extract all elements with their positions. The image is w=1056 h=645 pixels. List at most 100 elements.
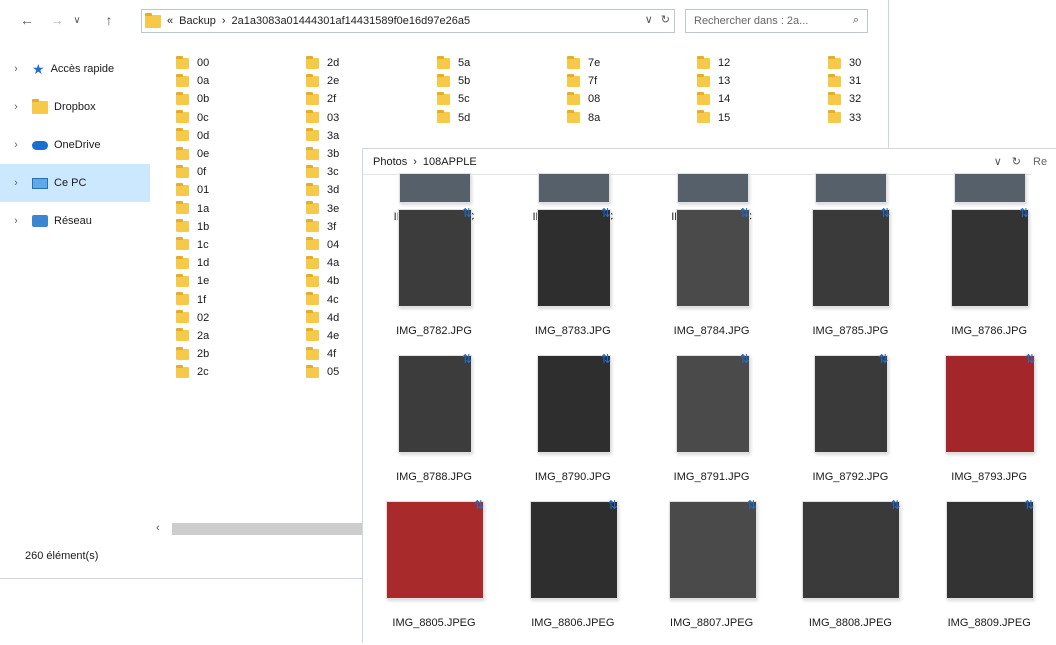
folder-item[interactable]: 2d [306,54,339,72]
refresh-icon[interactable]: ↻ [1012,155,1021,168]
breadcrumb-photos[interactable]: Photos [373,156,407,168]
folder-item[interactable]: 3a [306,127,339,145]
file-item[interactable]: ⇅ IMG_8792.JPG [779,352,918,499]
file-item[interactable]: ⇅ IMG_8807.JPEG [641,498,780,645]
folder-item[interactable]: 4f [306,345,339,363]
folder-item[interactable]: 01 [176,181,209,199]
file-item[interactable]: ⇅ IMG_8786.JPG [918,206,1056,353]
breadcrumb-separator-icon[interactable]: › [413,156,417,168]
folder-item[interactable]: 1a [176,200,209,218]
photo-thumbnail[interactable] [954,173,1027,203]
address-bar[interactable]: Photos › 108APPLE ∨ ↻ [363,149,1031,175]
folder-item[interactable]: 00 [176,54,209,72]
back-arrow-icon[interactable]: ← [16,9,38,31]
photo-thumbnail[interactable] [815,173,888,203]
expand-chevron-icon[interactable]: › [0,177,32,189]
folder-item[interactable]: 2c [176,363,209,381]
folder-item[interactable]: 13 [697,72,730,90]
folder-item[interactable]: 4e [306,327,339,345]
folder-item[interactable]: 0c [176,109,209,127]
breadcrumb-backup[interactable]: Backup [179,15,216,27]
sidebar-item-reseau[interactable]: › Réseau [0,202,150,240]
folder-item[interactable]: 4a [306,254,339,272]
search-icon[interactable]: ⌕ [853,14,859,27]
up-arrow-icon[interactable]: ↑ [98,9,120,31]
expand-chevron-icon[interactable]: › [0,63,32,75]
sidebar-item-onedrive[interactable]: › OneDrive [0,126,150,164]
photo-thumbnail[interactable]: ⇅ [536,206,611,307]
photo-thumbnail[interactable]: ⇅ [675,206,750,307]
file-item[interactable]: ⇅ IMG_8793.JPG [918,352,1056,499]
file-item[interactable]: IMG_8761.HEIC [641,173,780,223]
folder-item[interactable]: 3e [306,200,339,218]
folder-item[interactable]: 2e [306,72,339,90]
file-item[interactable]: ⇅ IMG_8784.JPG [641,206,780,353]
file-item[interactable]: ⇅ IMG_8782.JPG [363,206,502,353]
photo-thumbnail[interactable] [676,173,749,203]
photo-thumbnail[interactable]: ⇅ [951,206,1029,307]
scrollbar-thumb[interactable] [172,523,368,535]
folder-item[interactable]: 7f [567,72,600,90]
folder-item[interactable]: 0a [176,72,209,90]
folder-item[interactable]: 30 [828,54,861,72]
folder-item[interactable]: 2f [306,90,339,108]
folder-item[interactable]: 02 [176,309,209,327]
folder-item[interactable]: 32 [828,90,861,108]
folder-item[interactable]: 0b [176,90,209,108]
folder-item[interactable]: 15 [697,109,730,127]
folder-item[interactable]: 5a [437,54,470,72]
photo-thumbnail[interactable]: ⇅ [814,352,888,453]
folder-item[interactable]: 1b [176,218,209,236]
folder-item[interactable]: 5d [437,109,470,127]
folder-item[interactable]: 0e [176,145,209,163]
folder-item[interactable]: 12 [697,54,730,72]
forward-arrow-icon[interactable]: → [46,9,68,31]
folder-item[interactable]: 14 [697,90,730,108]
file-item[interactable]: ⇅ IMG_8790.JPG [502,352,641,499]
file-item[interactable]: IMG_8760.HEIC [502,173,641,223]
photo-thumbnail[interactable] [399,173,471,203]
file-item[interactable]: ⇅ IMG_8808.JPEG [779,498,918,645]
photo-thumbnail[interactable]: ⇅ [536,352,611,453]
file-item[interactable]: IMG_8759.HEIC [363,173,502,223]
breadcrumb-hash-folder[interactable]: 2a1a3083a01444301af14431589f0e16d97e26a5 [232,15,471,27]
folder-item[interactable]: 1f [176,290,209,308]
folder-item[interactable]: 5c [437,90,470,108]
photo-thumbnail[interactable]: ⇅ [946,498,1034,599]
folder-item[interactable]: 05 [306,363,339,381]
search-input[interactable]: Re [1033,149,1056,175]
folder-item[interactable]: 1d [176,254,209,272]
photo-thumbnail[interactable]: ⇅ [812,206,890,307]
expand-chevron-icon[interactable]: › [0,139,32,151]
folder-item[interactable]: 03 [306,109,339,127]
folder-item[interactable]: 1c [176,236,209,254]
breadcrumb-separator-icon[interactable]: › [222,15,226,27]
folder-item[interactable]: 33 [828,109,861,127]
folder-item[interactable]: 04 [306,236,339,254]
expand-chevron-icon[interactable]: › [0,101,32,113]
photo-thumbnail[interactable]: ⇅ [529,498,618,599]
folder-item[interactable]: 1e [176,272,209,290]
breadcrumb-108apple[interactable]: 108APPLE [423,156,477,168]
photo-thumbnail[interactable]: ⇅ [386,498,484,599]
folder-item[interactable]: 0f [176,163,209,181]
photo-thumbnail[interactable]: ⇅ [398,352,472,453]
folder-item[interactable]: 4b [306,272,339,290]
expand-chevron-icon[interactable]: › [0,215,32,227]
sidebar-item-ce-pc[interactable]: › Ce PC [0,164,150,202]
folder-item[interactable]: 3d [306,181,339,199]
folder-item[interactable]: 8a [567,109,600,127]
sidebar-item-dropbox[interactable]: › Dropbox [0,88,150,126]
folder-item[interactable]: 3b [306,145,339,163]
folder-item[interactable]: 4d [306,309,339,327]
photo-thumbnail[interactable]: ⇅ [802,498,900,599]
folder-item[interactable]: 3c [306,163,339,181]
folder-item[interactable]: 2b [176,345,209,363]
folder-item[interactable]: 0d [176,127,209,145]
folder-item[interactable]: 3f [306,218,339,236]
search-input[interactable]: Rechercher dans : 2a... ⌕ [685,9,868,33]
address-bar[interactable]: « Backup › 2a1a3083a01444301af14431589f0… [141,9,675,33]
file-item[interactable]: IMG_8779.JPG [779,173,918,223]
address-dropdown-icon[interactable]: ∨ [645,13,653,26]
address-dropdown-icon[interactable]: ∨ [994,155,1002,168]
